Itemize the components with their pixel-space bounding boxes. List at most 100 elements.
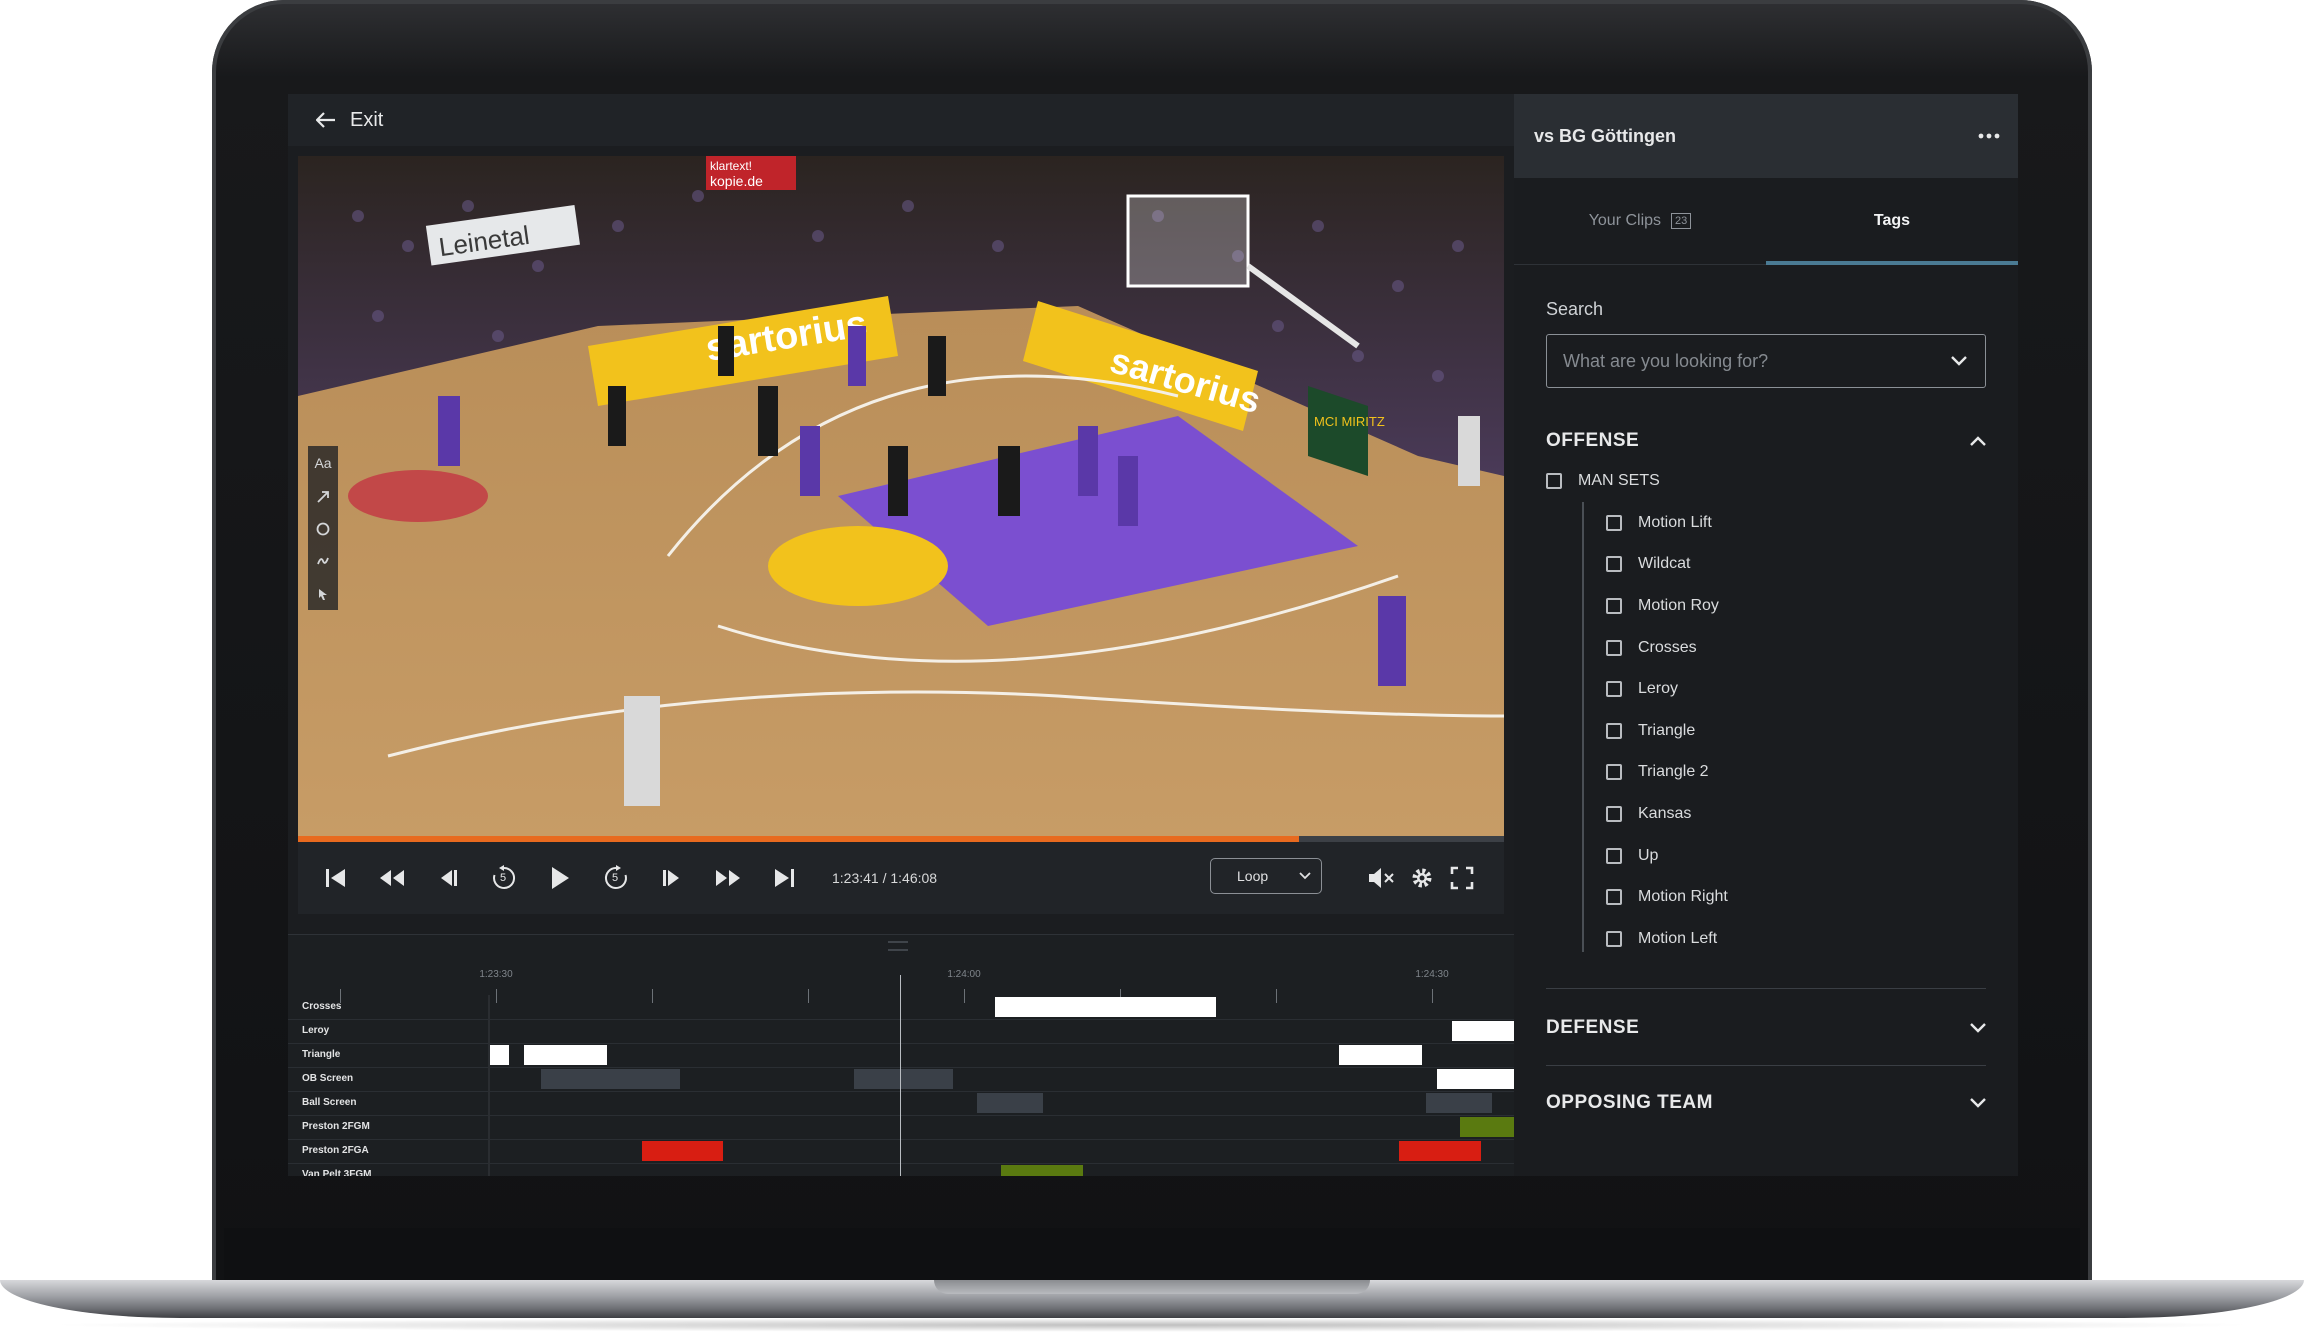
tick-label: 1:24:30 [1415,969,1449,980]
timeline-row-label: Van Pelt 3FGM [302,1169,372,1176]
arrow-left-icon [316,112,335,128]
loop-select[interactable]: Loop [1210,858,1322,894]
chevron-down-icon [1970,1022,1986,1033]
skip-to-start-icon [326,869,345,887]
timeline-resize-handle[interactable] [888,941,908,951]
timeline-clip[interactable] [1425,1093,1493,1113]
loop-label: Loop [1237,868,1269,884]
timeline-clip[interactable] [1459,1117,1514,1137]
section-offense-header[interactable]: OFFENSE [1546,420,1986,462]
tag-item[interactable]: Motion Lift [1582,502,2018,544]
tag-item[interactable]: Triangle [1582,710,2018,752]
timeline-clip[interactable] [1399,1141,1482,1161]
checkbox[interactable] [1606,514,1622,531]
timeline-clip[interactable] [490,1045,510,1065]
tag-list: Motion Lift Wildcat Motion Roy Crosses Leroy… [1582,502,2018,960]
skip-back-button[interactable]: 5 [476,850,532,906]
timeline-clip[interactable] [977,1093,1043,1113]
timeline-row: Ball Screen [288,1091,1514,1116]
checkbox[interactable] [1606,722,1622,739]
app-screen: Exit sartorius sartorius Leinetal klarte… [288,94,2018,1176]
search-label: Search [1546,299,1604,319]
klartext-banner: klartext! [710,159,752,173]
play-button[interactable] [532,850,588,906]
timeline-clip[interactable] [1437,1069,1514,1089]
previous-frame-button[interactable] [420,850,476,906]
tag-item[interactable]: Motion Roy [1582,585,2018,627]
tag-item[interactable]: Kansas [1582,793,2018,835]
laptop-notch [934,1280,1370,1294]
timeline-clip[interactable] [523,1045,607,1065]
freehand-tool-icon[interactable] [316,554,330,568]
section-defense-header[interactable]: DEFENSE [1546,1007,1986,1049]
more-options-icon[interactable] [1978,133,2000,139]
checkbox[interactable] [1606,805,1622,822]
tab-your-clips-label: Your Clips [1588,212,1662,229]
arrow-tool-icon[interactable] [316,490,330,504]
text-tool-icon[interactable]: Aa [314,455,331,471]
timeline-row-label: Leroy [302,1025,330,1036]
search-placeholder: What are you looking for? [1563,350,1769,371]
tick-label: 1:23:30 [479,969,513,980]
timeline-row: Preston 2FGA [288,1139,1514,1164]
timeline-clip[interactable] [641,1141,724,1161]
checkbox[interactable] [1606,847,1622,864]
tag-label: Kansas [1638,804,1692,822]
timeline-playhead[interactable] [900,975,901,1176]
checkbox[interactable] [1606,556,1622,573]
skip-forward-button[interactable]: 5 [588,850,644,906]
tag-item[interactable]: Leroy [1582,668,2018,710]
timeline-ruler: 1:23:30 1:24:00 1:24:30 [288,955,1514,1003]
chevron-down-icon [1299,872,1311,880]
skip-to-start-button[interactable] [308,850,364,906]
tag-group-man-sets[interactable]: MAN SETS [1546,468,2018,494]
tag-item[interactable]: Wildcat [1582,544,2018,586]
skip-to-end-button[interactable] [756,850,812,906]
tab-your-clips[interactable]: Your Clips 23 [1514,178,1766,264]
timeline-clip[interactable] [541,1069,681,1089]
next-frame-button[interactable] [644,850,700,906]
fullscreen-button[interactable] [1434,850,1490,906]
checkbox[interactable] [1606,681,1622,698]
timeline-row-label: Ball Screen [302,1097,357,1108]
chevron-up-icon [1970,436,1986,446]
player-controls: 5 5 1:23:41 / 1:46:08 Loop [298,842,1504,914]
video-frame[interactable]: sartorius sartorius Leinetal klartext! k… [298,156,1504,840]
timeline-track-start [488,995,490,1176]
annotation-toolbar: Aa [308,446,338,610]
checkbox[interactable] [1606,889,1622,906]
laptop-bezel [224,1228,2080,1282]
chevron-down-icon [1951,356,1967,366]
checkbox[interactable] [1606,639,1622,656]
tag-timeline[interactable]: 1:23:30 1:24:00 1:24:30 Crosses Leroy Tria… [288,934,1514,1176]
timeline-clip[interactable] [1000,1165,1083,1176]
tag-item[interactable]: Motion Left [1582,918,2018,960]
tag-label: Wildcat [1638,555,1691,573]
checkbox[interactable] [1606,597,1622,614]
tag-item[interactable]: Crosses [1582,627,2018,669]
tab-tags[interactable]: Tags [1766,178,2018,264]
tag-item[interactable]: Up [1582,835,2018,877]
circle-tool-icon[interactable] [316,522,330,536]
checkbox[interactable] [1606,930,1622,947]
basketball-game-image: sartorius sartorius Leinetal klartext! k… [298,156,1504,840]
timeline-clip[interactable] [1338,1045,1422,1065]
next-frame-icon [663,870,679,886]
timeline-clip[interactable] [994,997,1216,1017]
exit-button[interactable]: Exit [316,109,383,132]
pointer-tool-icon[interactable] [316,587,330,601]
tag-item[interactable]: Motion Right [1582,876,2018,918]
game-title: vs BG Göttingen [1534,125,1677,146]
timeline-row-label: Crosses [302,1001,342,1012]
section-opposing-team-header[interactable]: OPPOSING TEAM [1546,1082,1986,1124]
rewind-button[interactable] [364,850,420,906]
timeline-clip[interactable] [1451,1021,1514,1041]
tick-label: 1:24:00 [947,969,981,980]
search-input[interactable]: What are you looking for? [1546,334,1986,388]
timeline-clip[interactable] [853,1069,953,1089]
fast-forward-button[interactable] [700,850,756,906]
previous-frame-icon [441,870,457,886]
checkbox[interactable] [1606,764,1622,781]
checkbox[interactable] [1546,473,1562,489]
tag-item[interactable]: Triangle 2 [1582,752,2018,794]
